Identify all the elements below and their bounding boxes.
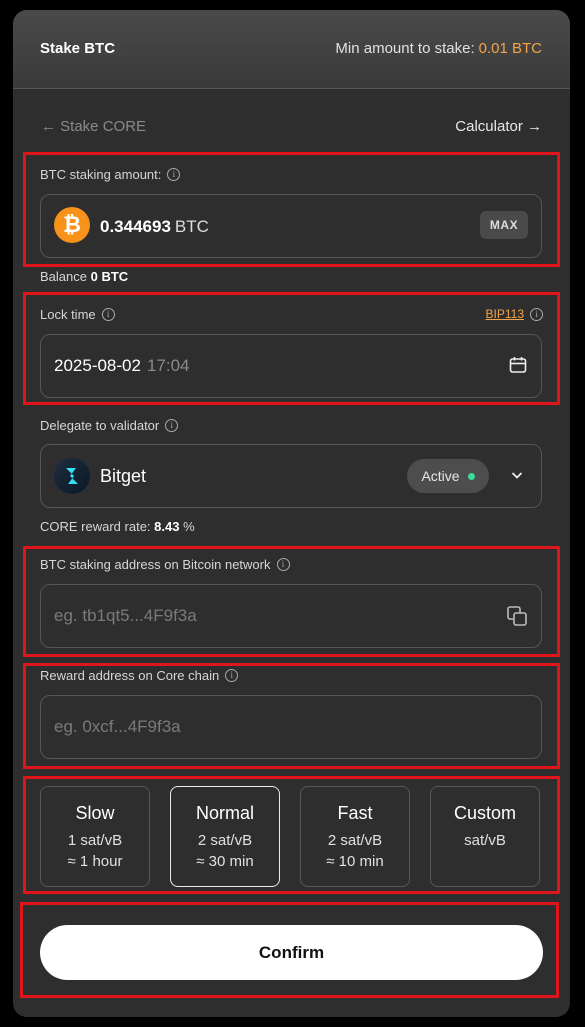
fee-option-slow[interactable]: Slow 1 sat/vB ≈ 1 hour: [40, 786, 150, 887]
reward-address-label-row: Reward address on Core chain i: [40, 668, 239, 683]
lock-time-label: Lock time: [40, 307, 96, 322]
fee-rate: 2 sat/vB: [327, 832, 383, 849]
max-button[interactable]: MAX: [480, 211, 528, 239]
btc-address-label: BTC staking address on Bitcoin network: [40, 557, 271, 572]
calculator-link[interactable]: Calculator →: [455, 118, 542, 135]
validator-label: Delegate to validator: [40, 418, 160, 433]
min-amount: Min amount to stake: 0.01 BTC: [335, 40, 542, 57]
min-amount-label: Min amount to stake:: [335, 40, 475, 57]
bip-row: BIP113 i: [486, 307, 543, 321]
bitcoin-icon: ₿: [54, 207, 90, 243]
validator-label-row: Delegate to validator i: [40, 418, 179, 433]
reward-rate-label: CORE reward rate:: [40, 519, 151, 534]
info-icon[interactable]: i: [101, 308, 115, 321]
btc-address-input[interactable]: eg. tb1qt5...4F9f3a: [54, 606, 197, 626]
fee-rate: sat/vB: [464, 832, 506, 849]
reward-address-label: Reward address on Core chain: [40, 668, 220, 683]
fee-rate: 1 sat/vB: [67, 832, 123, 849]
btc-amount-input[interactable]: 0.344693 BTC: [100, 217, 209, 237]
status-badge: Active: [407, 459, 489, 493]
fee-time: ≈ 10 min: [326, 853, 384, 870]
reward-rate-unit: %: [183, 519, 195, 534]
balance-label: Balance: [40, 269, 87, 284]
lock-time-field[interactable]: 2025-08-02 17:04: [40, 334, 542, 398]
status-label: Active: [421, 468, 460, 484]
lock-date: 2025-08-02: [54, 356, 141, 375]
balance: Balance 0 BTC: [40, 269, 128, 284]
reward-rate-value: 8.43: [154, 519, 180, 534]
lock-time-value[interactable]: 2025-08-02 17:04: [54, 356, 190, 376]
reward-rate: CORE reward rate: 8.43 %: [40, 519, 195, 534]
validator-name: Bitget: [100, 466, 147, 486]
fee-option-fast[interactable]: Fast 2 sat/vB ≈ 10 min: [300, 786, 410, 887]
btc-amount-value: 0.344693: [100, 217, 171, 236]
bitget-logo-icon: [54, 458, 90, 494]
lock-time: 17:04: [146, 356, 190, 375]
info-icon[interactable]: i: [225, 669, 239, 682]
info-icon[interactable]: i: [167, 168, 181, 181]
btc-amount-label: BTC staking amount:: [40, 167, 162, 182]
page-title: Stake BTC: [40, 40, 116, 57]
fee-name: Normal: [195, 803, 254, 823]
copy-icon[interactable]: [506, 605, 528, 627]
fee-option-normal[interactable]: Normal 2 sat/vB ≈ 30 min: [170, 786, 280, 887]
bip113-link[interactable]: BIP113: [486, 307, 524, 321]
btc-amount-label-row: BTC staking amount: i: [40, 167, 181, 182]
fee-time: ≈ 1 hour: [67, 853, 123, 870]
fee-time: ≈ 30 min: [196, 853, 254, 870]
stake-btc-card: Stake BTC Min amount to stake: 0.01 BTC ←…: [13, 10, 570, 1017]
card-header: Stake BTC Min amount to stake: 0.01 BTC: [13, 10, 570, 89]
min-amount-value: 0.01 BTC: [478, 40, 542, 57]
fee-rate: 2 sat/vB: [197, 832, 253, 849]
balance-value: 0 BTC: [90, 269, 129, 284]
stake-core-link[interactable]: ← Stake CORE: [41, 118, 146, 135]
btc-address-field[interactable]: eg. tb1qt5...4F9f3a: [40, 584, 542, 648]
btc-amount-field[interactable]: ₿ 0.344693 BTC MAX: [40, 194, 542, 258]
active-dot-icon: [467, 472, 475, 480]
validator-select[interactable]: Bitget Active: [40, 444, 542, 508]
calendar-icon[interactable]: [508, 355, 528, 375]
info-icon[interactable]: i: [276, 558, 290, 571]
fee-name: Custom: [453, 803, 516, 823]
lock-time-label-row: Lock time i: [40, 307, 115, 322]
info-icon[interactable]: i: [165, 419, 179, 432]
chevron-down-icon[interactable]: [511, 469, 523, 481]
fee-option-custom[interactable]: Custom sat/vB: [430, 786, 540, 887]
fee-name: Slow: [75, 803, 115, 823]
confirm-button[interactable]: Confirm: [40, 925, 543, 980]
fee-name: Fast: [337, 803, 373, 823]
info-icon[interactable]: i: [530, 307, 543, 321]
btc-amount-unit: BTC: [174, 217, 209, 236]
reward-address-field[interactable]: eg. 0xcf...4F9f3a: [40, 695, 542, 759]
reward-address-input[interactable]: eg. 0xcf...4F9f3a: [54, 717, 181, 737]
btc-address-label-row: BTC staking address on Bitcoin network i: [40, 557, 290, 572]
